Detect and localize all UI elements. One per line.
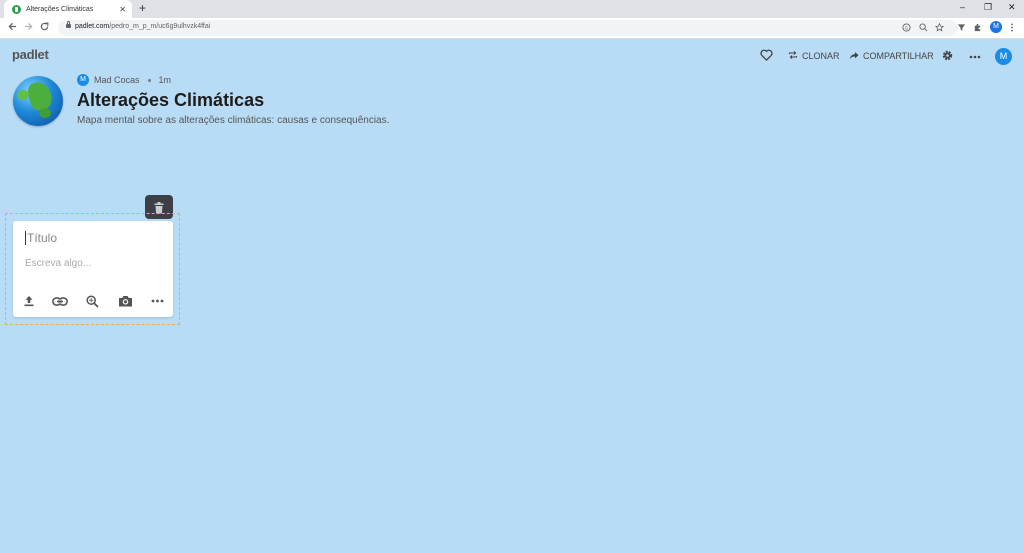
browser-toolbar: padlet.com/pedro_m_p_m/uc6g9ulhvzk4ffai …: [0, 18, 1024, 39]
heart-icon: [760, 49, 773, 63]
url-host: padlet.com: [75, 23, 110, 30]
reload-icon[interactable]: [40, 22, 49, 35]
browser-tab[interactable]: Alterações Climáticas ✕: [4, 0, 132, 18]
forward-icon[interactable]: [24, 22, 33, 35]
url-text: padlet.com/pedro_m_p_m/uc6g9ulhvzk4ffai: [75, 23, 210, 30]
search-image-icon[interactable]: [84, 293, 100, 309]
tab-title: Alterações Climáticas: [26, 5, 94, 13]
new-tab-button[interactable]: +: [139, 2, 146, 14]
settings-icon: [941, 49, 954, 64]
share-icon: [849, 51, 859, 62]
share-button[interactable]: COMPARTILHAR: [849, 47, 934, 65]
globe-land: [25, 79, 55, 113]
extensions-puzzle-icon[interactable]: [973, 23, 982, 35]
share-label: COMPARTILHAR: [863, 51, 934, 61]
lock-icon: [66, 21, 71, 28]
extension-filter-icon[interactable]: [957, 23, 966, 35]
clone-icon: [788, 50, 798, 62]
more-icon: [969, 51, 981, 61]
post-composer: [13, 221, 173, 317]
settings-button[interactable]: [941, 47, 954, 65]
post-body-input[interactable]: [25, 258, 161, 269]
author-avatar: M: [77, 74, 89, 86]
camera-icon[interactable]: [117, 293, 133, 309]
clone-label: CLONAR: [802, 51, 840, 61]
favorite-button[interactable]: [760, 47, 773, 65]
address-bar[interactable]: padlet.com/pedro_m_p_m/uc6g9ulhvzk4ffai: [58, 20, 958, 36]
board-description: Mapa mental sobre as alterações climátic…: [77, 115, 390, 126]
padlet-favicon-icon: [12, 4, 21, 14]
post-title-input[interactable]: [25, 231, 163, 245]
globe-land: [39, 108, 51, 118]
browser-tabstrip: Alterações Climáticas ✕ + – ❐ ✕: [0, 0, 1024, 18]
url-path: /pedro_m_p_m/uc6g9ulhvzk4ffai: [109, 23, 211, 30]
translate-icon[interactable]: G: [902, 23, 911, 35]
svg-text:G: G: [905, 25, 909, 30]
link-icon[interactable]: [52, 293, 68, 309]
padlet-logo[interactable]: padlet: [12, 47, 49, 62]
back-icon[interactable]: [8, 22, 17, 35]
more-options-button[interactable]: [969, 47, 981, 65]
zoom-icon[interactable]: [919, 23, 928, 35]
minimize-button[interactable]: –: [960, 2, 965, 12]
restore-button[interactable]: ❐: [984, 2, 992, 13]
board-title: Alterações Climáticas: [77, 90, 265, 110]
tab-close-icon[interactable]: ✕: [119, 5, 126, 14]
separator-dot: [147, 78, 151, 82]
clone-button[interactable]: CLONAR: [788, 47, 840, 65]
author-name: Mad Cocas: [94, 75, 140, 85]
board-globe-icon: [13, 76, 63, 126]
window-close-button[interactable]: ✕: [1008, 2, 1016, 13]
board-author: M Mad Cocas 1m: [77, 74, 171, 86]
globe-land: [17, 90, 29, 100]
time-ago: 1m: [158, 75, 172, 85]
upload-icon[interactable]: [21, 293, 37, 309]
chrome-menu-icon[interactable]: [1010, 23, 1014, 35]
user-avatar[interactable]: M: [995, 48, 1012, 65]
bookmark-star-icon[interactable]: [934, 22, 945, 35]
chrome-profile-avatar[interactable]: M: [990, 21, 1002, 33]
more-tools-icon[interactable]: [149, 293, 165, 309]
